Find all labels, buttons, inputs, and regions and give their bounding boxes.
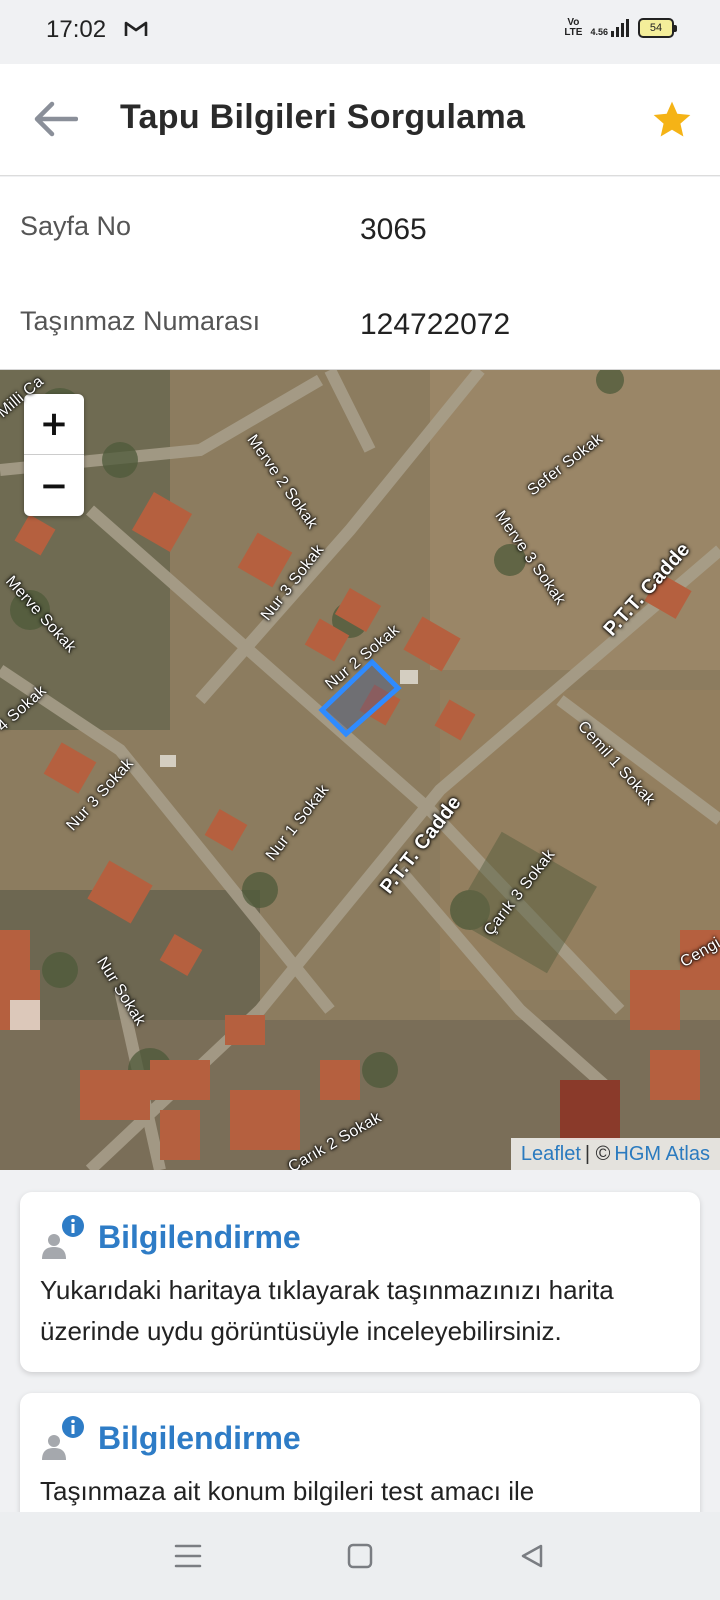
status-time: 17:02 [46,16,107,43]
card-header: Bilgilendirme [40,1415,301,1461]
satellite-map[interactable]: + − Merve 2 Sokak Sefer Sokak Merve 3 So… [0,370,720,1170]
hgm-atlas-link[interactable]: HGM Atlas [614,1143,710,1166]
zoom-out-button[interactable]: − [24,454,84,516]
user-info-icon [42,1215,84,1259]
system-nav-bar [0,1512,720,1600]
field-value: 3065 [360,213,427,246]
field-label: Taşınmaz Numarası [20,306,261,336]
leaflet-link[interactable]: Leaflet [521,1143,581,1166]
attribution-separator: | © [584,1142,611,1165]
zoom-in-button[interactable]: + [24,394,84,454]
card-title: Bilgilendirme [98,1419,301,1456]
info-row-sayfa-no: Sayfa No 3065 [0,177,720,275]
card-title: Bilgilendirme [98,1218,301,1255]
back-triangle-icon [521,1544,543,1568]
map-attribution: Leaflet | © HGM Atlas [510,1138,720,1170]
info-card: Bilgilendirme Yukarıdaki haritaya tıklay… [20,1192,700,1372]
recents-button[interactable] [170,1538,206,1574]
status-bar: 17:02 Vo LTE 4.56 54 [0,0,720,64]
app-bar: Tapu Bilgileri Sorgulama [0,64,720,176]
home-button[interactable] [342,1538,378,1574]
zoom-control: + − [24,394,84,516]
page-title: Tapu Bilgileri Sorgulama [120,98,526,136]
star-icon [653,101,691,137]
card-text: Yukarıdaki haritaya tıklayarak taşınmazı… [40,1275,614,1346]
home-square-icon [347,1543,373,1569]
battery-level: 54 [649,22,663,34]
system-back-button[interactable] [514,1538,550,1574]
field-label: Sayfa No [20,211,132,241]
info-row-tasinmaz-numarasi: Taşınmaz Numarası 124722072 [0,272,720,370]
field-value: 124722072 [360,308,511,341]
volte-indicator: Vo LTE [564,17,583,38]
arrow-left-icon [34,101,78,137]
favorite-button[interactable] [650,98,694,142]
menu-icon [174,1544,202,1568]
signal-icon: 4.56 [590,19,630,37]
card-text: Taşınmaza ait konum bilgileri test amacı… [40,1476,535,1506]
card-header: Bilgilendirme [40,1214,301,1260]
net-speed: 4.56 [590,27,608,37]
back-button[interactable] [30,94,80,144]
user-info-icon [42,1416,84,1460]
battery-indicator: 54 [638,18,677,38]
gmail-icon [124,20,148,43]
